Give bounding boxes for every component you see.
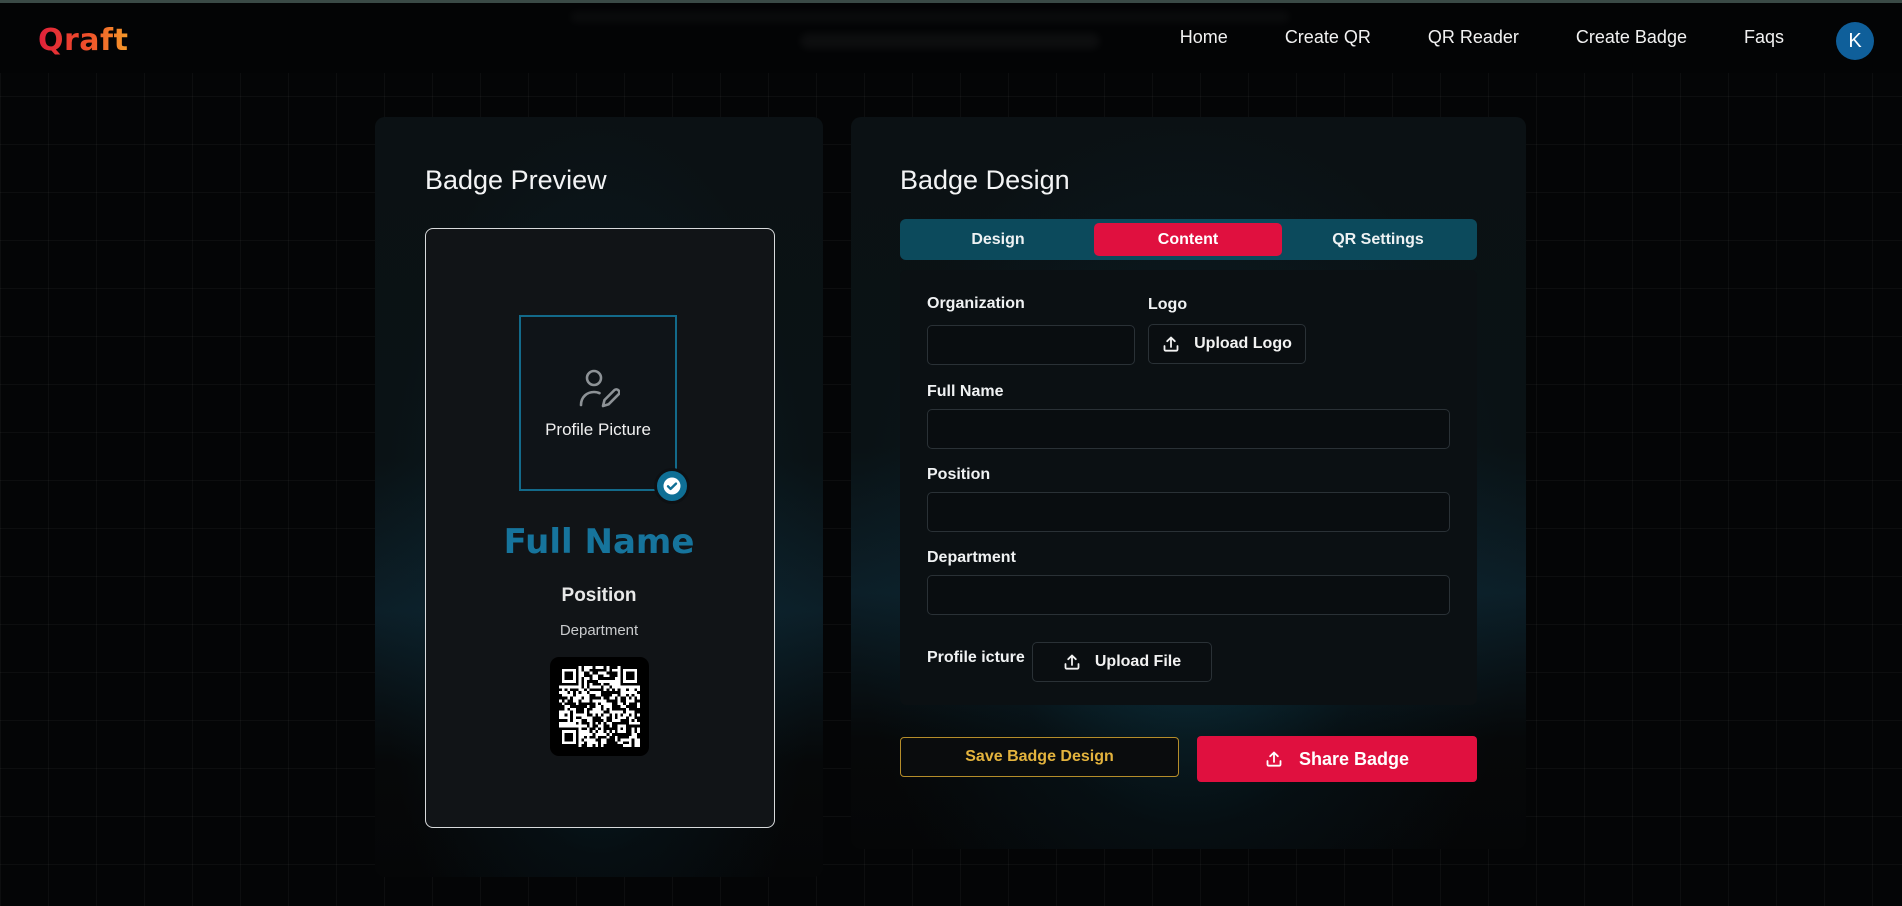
- nav-qr-reader[interactable]: QR Reader: [1428, 27, 1519, 48]
- tab-qr-settings[interactable]: QR Settings: [1284, 223, 1472, 256]
- nav-links: Home Create QR QR Reader Create Badge Fa…: [1123, 27, 1784, 48]
- qr-code: [550, 657, 649, 756]
- share-badge-button[interactable]: Share Badge: [1197, 736, 1477, 782]
- full-name-label: Full Name: [927, 383, 1004, 400]
- badge-full-name: Full Name: [503, 522, 695, 562]
- profile-picture-placeholder[interactable]: Profile Picture: [519, 315, 677, 491]
- app-logo[interactable]: Qraft: [38, 23, 128, 58]
- qr-code-image: [559, 666, 640, 747]
- upload-logo-label: Upload Logo: [1194, 335, 1292, 352]
- position-label: Position: [927, 466, 991, 483]
- badge-department: Department: [559, 622, 639, 639]
- upload-file-button[interactable]: Upload File: [1032, 642, 1212, 682]
- profile-picture-field-label: Profile icture: [927, 649, 1025, 666]
- nav-create-qr[interactable]: Create QR: [1285, 27, 1371, 48]
- department-label: Department: [927, 549, 1016, 566]
- tab-content[interactable]: Content: [1094, 223, 1282, 256]
- nav-faqs[interactable]: Faqs: [1744, 27, 1784, 48]
- share-badge-label: Share Badge: [1298, 748, 1410, 769]
- user-avatar[interactable]: K: [1836, 22, 1874, 60]
- profile-picture-label: Profile Picture: [545, 420, 651, 439]
- save-badge-design-button[interactable]: Save Badge Design: [900, 737, 1179, 777]
- organization-label: Organization: [927, 295, 1025, 312]
- upload-icon: [1163, 336, 1179, 352]
- verified-check-icon: [654, 468, 690, 504]
- upload-file-label: Upload File: [1094, 653, 1182, 670]
- nav-home[interactable]: Home: [1180, 27, 1228, 48]
- full-name-input[interactable]: [927, 409, 1450, 449]
- badge-position: Position: [561, 585, 637, 606]
- navbar: Qraft Home Create QR QR Reader Create Ba…: [0, 3, 1902, 73]
- tab-design[interactable]: Design: [904, 223, 1092, 256]
- logo-label: Logo: [1148, 296, 1188, 313]
- organization-input[interactable]: [927, 325, 1135, 365]
- position-input[interactable]: [927, 492, 1450, 532]
- upload-icon: [1064, 654, 1080, 670]
- department-input[interactable]: [927, 575, 1450, 615]
- share-icon: [1266, 751, 1282, 767]
- upload-logo-button[interactable]: Upload Logo: [1148, 324, 1306, 364]
- blurred-backdrop-text: [800, 33, 1100, 49]
- badge-preview-title: Badge Preview: [425, 165, 607, 195]
- badge-design-title: Badge Design: [900, 165, 1070, 195]
- user-edit-icon: [576, 366, 621, 414]
- design-tabs: Design Content QR Settings: [900, 219, 1477, 260]
- blurred-backdrop-text: [570, 11, 1290, 23]
- nav-create-badge[interactable]: Create Badge: [1576, 27, 1687, 48]
